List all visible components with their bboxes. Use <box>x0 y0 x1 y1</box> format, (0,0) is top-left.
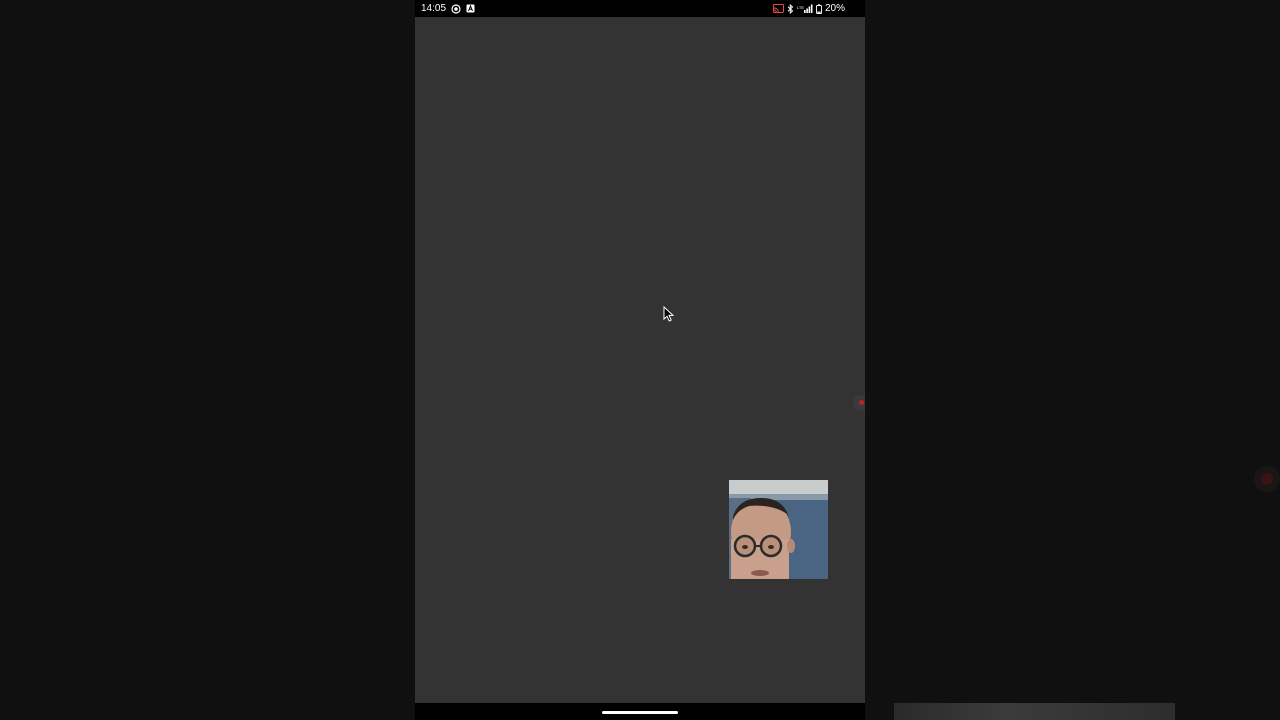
floating-record-button[interactable] <box>1254 466 1280 492</box>
signal-icon: LTE <box>797 4 813 13</box>
status-left: 14:05 <box>421 2 475 15</box>
cast-icon <box>772 4 784 13</box>
notification-a-icon <box>466 4 475 13</box>
recording-dot-icon <box>859 400 864 405</box>
status-right: LTE 20% <box>772 2 845 15</box>
home-indicator[interactable] <box>602 711 678 714</box>
bluetooth-icon <box>787 3 794 14</box>
screen-record-icon <box>451 3 461 14</box>
background-window-edge <box>894 703 1175 720</box>
phone-screen: 14:05 LTE 20% <box>415 0 865 720</box>
status-time: 14:05 <box>421 3 447 14</box>
svg-text:LTE: LTE <box>797 5 804 10</box>
recording-edge-handle[interactable] <box>853 395 865 411</box>
camera-preview[interactable] <box>729 480 828 579</box>
navigation-bar <box>415 703 865 720</box>
desktop-background: 14:05 LTE 20% <box>0 0 1280 720</box>
mouse-pointer-icon <box>663 305 675 327</box>
status-bar: 14:05 LTE 20% <box>415 0 865 17</box>
battery-icon <box>816 3 822 14</box>
record-dot-icon <box>1261 473 1273 485</box>
app-content-area[interactable] <box>415 17 865 703</box>
battery-percent: 20% <box>824 3 845 14</box>
camera-feed-image <box>729 480 828 579</box>
